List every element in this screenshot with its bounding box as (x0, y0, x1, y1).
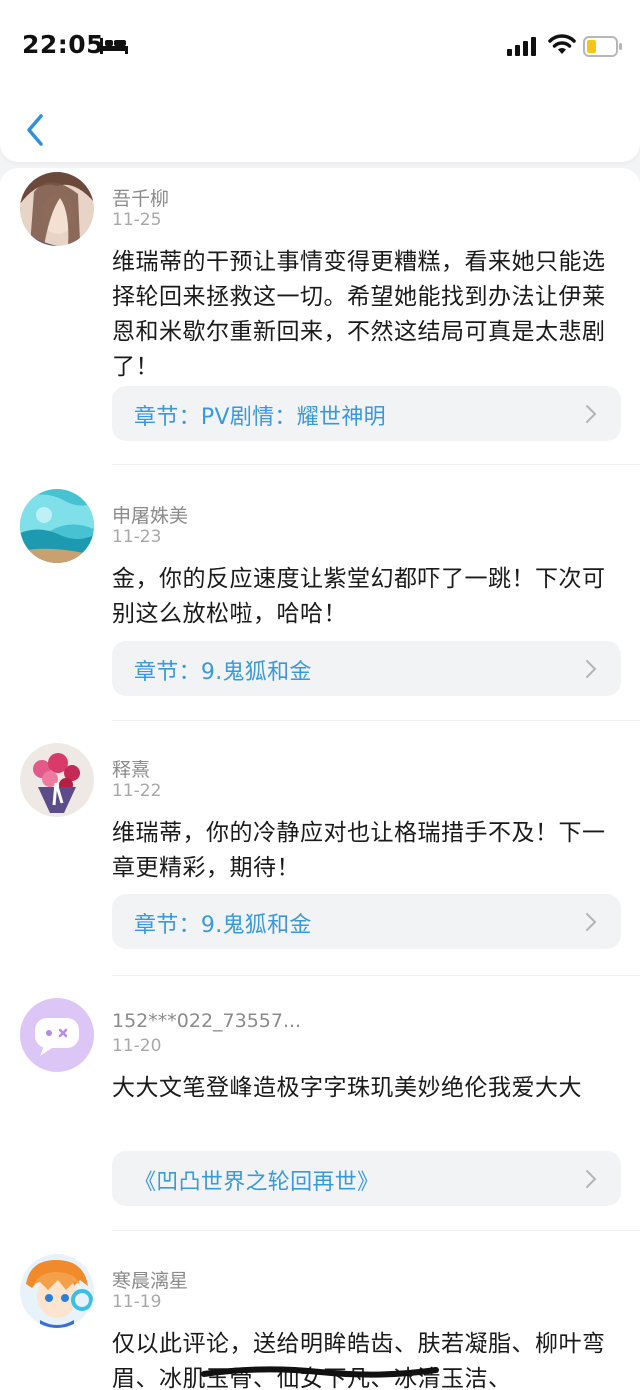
comment-item: 吾千柳 11-25 维瑞蒂的干预让事情变得更糟糕，看来她只能选择轮回来拯救这一切… (0, 168, 640, 468)
chevron-right-icon (586, 405, 597, 423)
avatar[interactable] (20, 1254, 94, 1328)
avatar[interactable] (20, 172, 94, 246)
comment-item: 152***022_73557... 11-20 大大文笔登峰造极字字珠玑美妙绝… (0, 994, 640, 1234)
wifi-icon (548, 34, 576, 54)
comment-date: 11-22 (112, 781, 162, 801)
status-time: 22:05 (22, 30, 105, 59)
comment-list: 吾千柳 11-25 维瑞蒂的干预让事情变得更糟糕，看来她只能选择轮回来拯救这一切… (0, 168, 640, 1390)
comment-date: 11-25 (112, 210, 162, 230)
chapter-link-label: 章节：9.鬼狐和金 (134, 660, 312, 685)
divider (112, 720, 640, 721)
chapter-link-label: 《凹凸世界之轮回再世》 (134, 1170, 380, 1195)
comment-text: 维瑞蒂的干预让事情变得更糟糕，看来她只能选择轮回来拯救这一切。希望她能找到办法让… (112, 249, 606, 380)
comment-date: 11-20 (112, 1036, 162, 1056)
comment-date: 11-23 (112, 527, 162, 547)
comment-item: 申屠姝美 11-23 金，你的反应速度让紫堂幻都吓了一跳！下次可别这么放松啦，哈… (0, 485, 640, 725)
nav-bar (0, 90, 640, 162)
status-bar: 22:05 (0, 0, 640, 90)
comment-username[interactable]: 吾千柳 (112, 184, 169, 211)
chapter-link-button[interactable]: 章节：9.鬼狐和金 (112, 894, 621, 949)
comment-text: 金，你的反应速度让紫堂幻都吓了一跳！下次可别这么放松啦，哈哈！ (112, 566, 606, 627)
comment-username[interactable]: 寒晨漓星 (112, 1266, 188, 1293)
divider (112, 1230, 640, 1231)
comment-username[interactable]: 申屠姝美 (112, 501, 188, 528)
chevron-right-icon (586, 913, 597, 931)
chapter-link-label: 章节：PV剧情：耀世神明 (134, 405, 386, 430)
comment-username[interactable]: 152***022_73557... (112, 1010, 301, 1032)
comment-item: 释熹 11-22 维瑞蒂，你的冷静应对也让格瑞措手不及！下一章更精彩，期待！ 章… (0, 739, 640, 979)
chapter-link-button[interactable]: 章节：PV剧情：耀世神明 (112, 386, 621, 441)
chapter-link-button[interactable]: 章节：9.鬼狐和金 (112, 641, 621, 696)
avatar[interactable] (20, 998, 94, 1072)
divider (112, 464, 640, 465)
chevron-right-icon (586, 660, 597, 678)
chevron-right-icon (586, 1170, 597, 1188)
comment-text: 维瑞蒂，你的冷静应对也让格瑞措手不及！下一章更精彩，期待！ (112, 820, 606, 881)
comment-date: 11-19 (112, 1292, 162, 1312)
avatar[interactable] (20, 489, 94, 563)
back-arrow-icon[interactable] (22, 112, 52, 148)
chapter-link-label: 章节：9.鬼狐和金 (134, 913, 312, 938)
sleep-mode-icon (100, 38, 128, 54)
avatar[interactable] (20, 743, 94, 817)
divider (112, 975, 640, 976)
cellular-signal-icon (507, 37, 536, 56)
chapter-link-button[interactable]: 《凹凸世界之轮回再世》 (112, 1151, 621, 1206)
home-indicator (201, 1366, 439, 1378)
comment-text: 大大文笔登峰造极字字珠玑美妙绝伦我爱大大 (112, 1075, 582, 1101)
comment-username[interactable]: 释熹 (112, 755, 150, 782)
battery-icon (583, 36, 622, 57)
